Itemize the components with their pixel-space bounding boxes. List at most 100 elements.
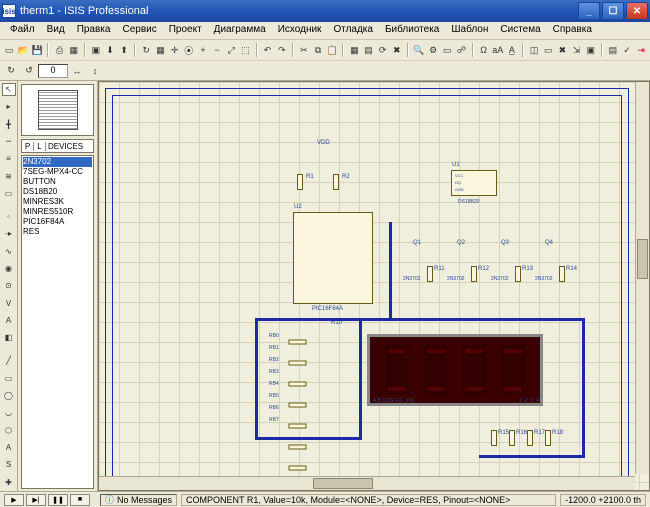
selection-mode-icon[interactable]: ↖	[2, 83, 16, 96]
resistor-r16[interactable]	[509, 430, 515, 446]
packaging-icon[interactable]: ▭	[440, 42, 454, 58]
goto-sheet-icon[interactable]: ⇲	[569, 42, 583, 58]
print-icon[interactable]: ⎙	[52, 42, 66, 58]
zoom-all-icon[interactable]: ⤢	[224, 42, 238, 58]
step-button[interactable]: ▶|	[26, 494, 46, 506]
device-item[interactable]: RES	[23, 227, 92, 237]
decompose-icon[interactable]: ☍	[454, 42, 468, 58]
export-icon[interactable]: ⬆	[117, 42, 131, 58]
block-copy-icon[interactable]: ▦	[347, 42, 361, 58]
grid-icon[interactable]: ▦	[153, 42, 167, 58]
vertical-scrollbar[interactable]	[635, 82, 649, 474]
undo-icon[interactable]: ↶	[261, 42, 275, 58]
menu-template[interactable]: Шаблон	[445, 22, 494, 39]
menu-debug[interactable]: Отладка	[327, 22, 379, 39]
textscript-mode-icon[interactable]: ≡	[2, 152, 16, 165]
menu-file[interactable]: Файл	[4, 22, 41, 39]
device-item[interactable]: MINRES3K	[23, 197, 92, 207]
devicepin-mode-icon[interactable]: -▸	[2, 227, 16, 240]
resistor-r2[interactable]	[333, 174, 339, 190]
menu-project[interactable]: Проект	[163, 22, 208, 39]
wire-autorouter-icon[interactable]: Ω	[477, 42, 491, 58]
copy-icon[interactable]: ⧉	[311, 42, 325, 58]
component-mode-icon[interactable]: ▸	[2, 100, 16, 113]
paste-icon[interactable]: 📋	[325, 42, 339, 58]
arc2d-icon[interactable]: ◡	[2, 406, 16, 419]
search-tag-icon[interactable]: aA	[491, 42, 505, 58]
zoom-sheet-icon[interactable]: ▣	[584, 42, 598, 58]
circle2d-icon[interactable]: ◯	[2, 389, 16, 402]
save-file-icon[interactable]: 💾	[30, 42, 44, 58]
terminal-mode-icon[interactable]: ◦	[2, 210, 16, 223]
resistor-r3[interactable]	[289, 340, 307, 345]
device-list[interactable]: 2N3702 7SEG-MPX4-CC BUTTON DS18B20 MINRE…	[21, 155, 94, 489]
block-delete-icon[interactable]: ✖	[390, 42, 404, 58]
refresh-icon[interactable]: ↻	[139, 42, 153, 58]
menu-help[interactable]: Справка	[547, 22, 598, 39]
make-device-icon[interactable]: ⚙	[426, 42, 440, 58]
save-image-icon[interactable]: ▣	[89, 42, 103, 58]
tape-mode-icon[interactable]: ◉	[2, 262, 16, 275]
bom-icon[interactable]: ▤	[606, 42, 620, 58]
zoom-area-icon[interactable]: ⬚	[238, 42, 252, 58]
stop-button[interactable]: ■	[70, 494, 90, 506]
zoom-in-icon[interactable]: +	[196, 42, 210, 58]
menu-tools[interactable]: Сервис	[116, 22, 162, 39]
menu-library[interactable]: Библиотека	[379, 22, 445, 39]
flip-v-icon[interactable]: ↕	[86, 63, 104, 79]
netlist-ares-icon[interactable]: ⇥	[634, 42, 648, 58]
angle-field[interactable]: 0	[38, 64, 68, 78]
menu-edit[interactable]: Правка	[71, 22, 117, 39]
device-item[interactable]: PIC16F84A	[23, 217, 92, 227]
import-icon[interactable]: ⬇	[103, 42, 117, 58]
marker2d-icon[interactable]: ✚	[2, 476, 16, 489]
flip-h-icon[interactable]: ↔	[68, 63, 86, 79]
picker-p-button[interactable]: P	[22, 142, 34, 151]
play-button[interactable]: ▶	[4, 494, 24, 506]
device-item[interactable]: DS18B20	[23, 187, 92, 197]
ic-u2[interactable]: U2 PIC16F84A	[293, 212, 373, 304]
cut-icon[interactable]: ✂	[297, 42, 311, 58]
menu-view[interactable]: Вид	[41, 22, 71, 39]
rotate-ccw-icon[interactable]: ↺	[20, 63, 38, 79]
new-file-icon[interactable]: ▭	[2, 42, 16, 58]
device-item[interactable]: 7SEG-MPX4-CC	[23, 167, 92, 177]
status-message[interactable]: No Messages	[117, 495, 172, 505]
wirelabel-mode-icon[interactable]: ┉	[2, 135, 16, 148]
box2d-icon[interactable]: ▭	[2, 372, 16, 385]
resistor-r6[interactable]	[289, 403, 307, 408]
rotate-cw-icon[interactable]: ↻	[2, 63, 20, 79]
open-file-icon[interactable]: 📂	[16, 42, 30, 58]
overview-preview[interactable]	[21, 84, 94, 136]
resistor-r1[interactable]	[297, 174, 303, 190]
path2d-icon[interactable]: ⬡	[2, 424, 16, 437]
resistor-r8[interactable]	[289, 445, 307, 450]
ic-u1[interactable]: U1 VCC DQ GND DS18B20	[451, 170, 497, 196]
sevenseg-display[interactable]	[367, 334, 543, 406]
line2d-icon[interactable]: ╱	[2, 354, 16, 367]
property-assign-icon[interactable]: A̲	[505, 42, 519, 58]
schematic-canvas[interactable]: VDD R1 R2 U1 VCC DQ GND DS18B20 U2 PIC16…	[99, 82, 649, 490]
symbol2d-icon[interactable]: S	[2, 458, 16, 471]
erc-icon[interactable]: ✓	[620, 42, 634, 58]
menu-diagram[interactable]: Диаграмма	[208, 22, 272, 39]
junction-mode-icon[interactable]: ╋	[2, 118, 16, 131]
resistor-r7[interactable]	[289, 424, 307, 429]
resistor-r17[interactable]	[527, 430, 533, 446]
instruments-mode-icon[interactable]: ◧	[2, 331, 16, 344]
resistor-r18[interactable]	[545, 430, 551, 446]
pan-center-icon[interactable]: ⦿	[182, 42, 196, 58]
block-rotate-icon[interactable]: ⟳	[376, 42, 390, 58]
resistor-r11[interactable]	[427, 266, 433, 282]
pause-button[interactable]: ❚❚	[48, 494, 68, 506]
new-sheet-icon[interactable]: ▭	[541, 42, 555, 58]
menu-system[interactable]: Система	[494, 22, 546, 39]
generator-mode-icon[interactable]: ⊙	[2, 279, 16, 292]
redo-icon[interactable]: ↷	[275, 42, 289, 58]
horizontal-scrollbar[interactable]	[99, 476, 635, 490]
voltageprobe-mode-icon[interactable]: V	[2, 297, 16, 310]
design-explorer-icon[interactable]: ◫	[527, 42, 541, 58]
close-button[interactable]: ✕	[626, 2, 648, 20]
device-item-selected[interactable]: 2N3702	[23, 157, 92, 167]
resistor-r13[interactable]	[515, 266, 521, 282]
